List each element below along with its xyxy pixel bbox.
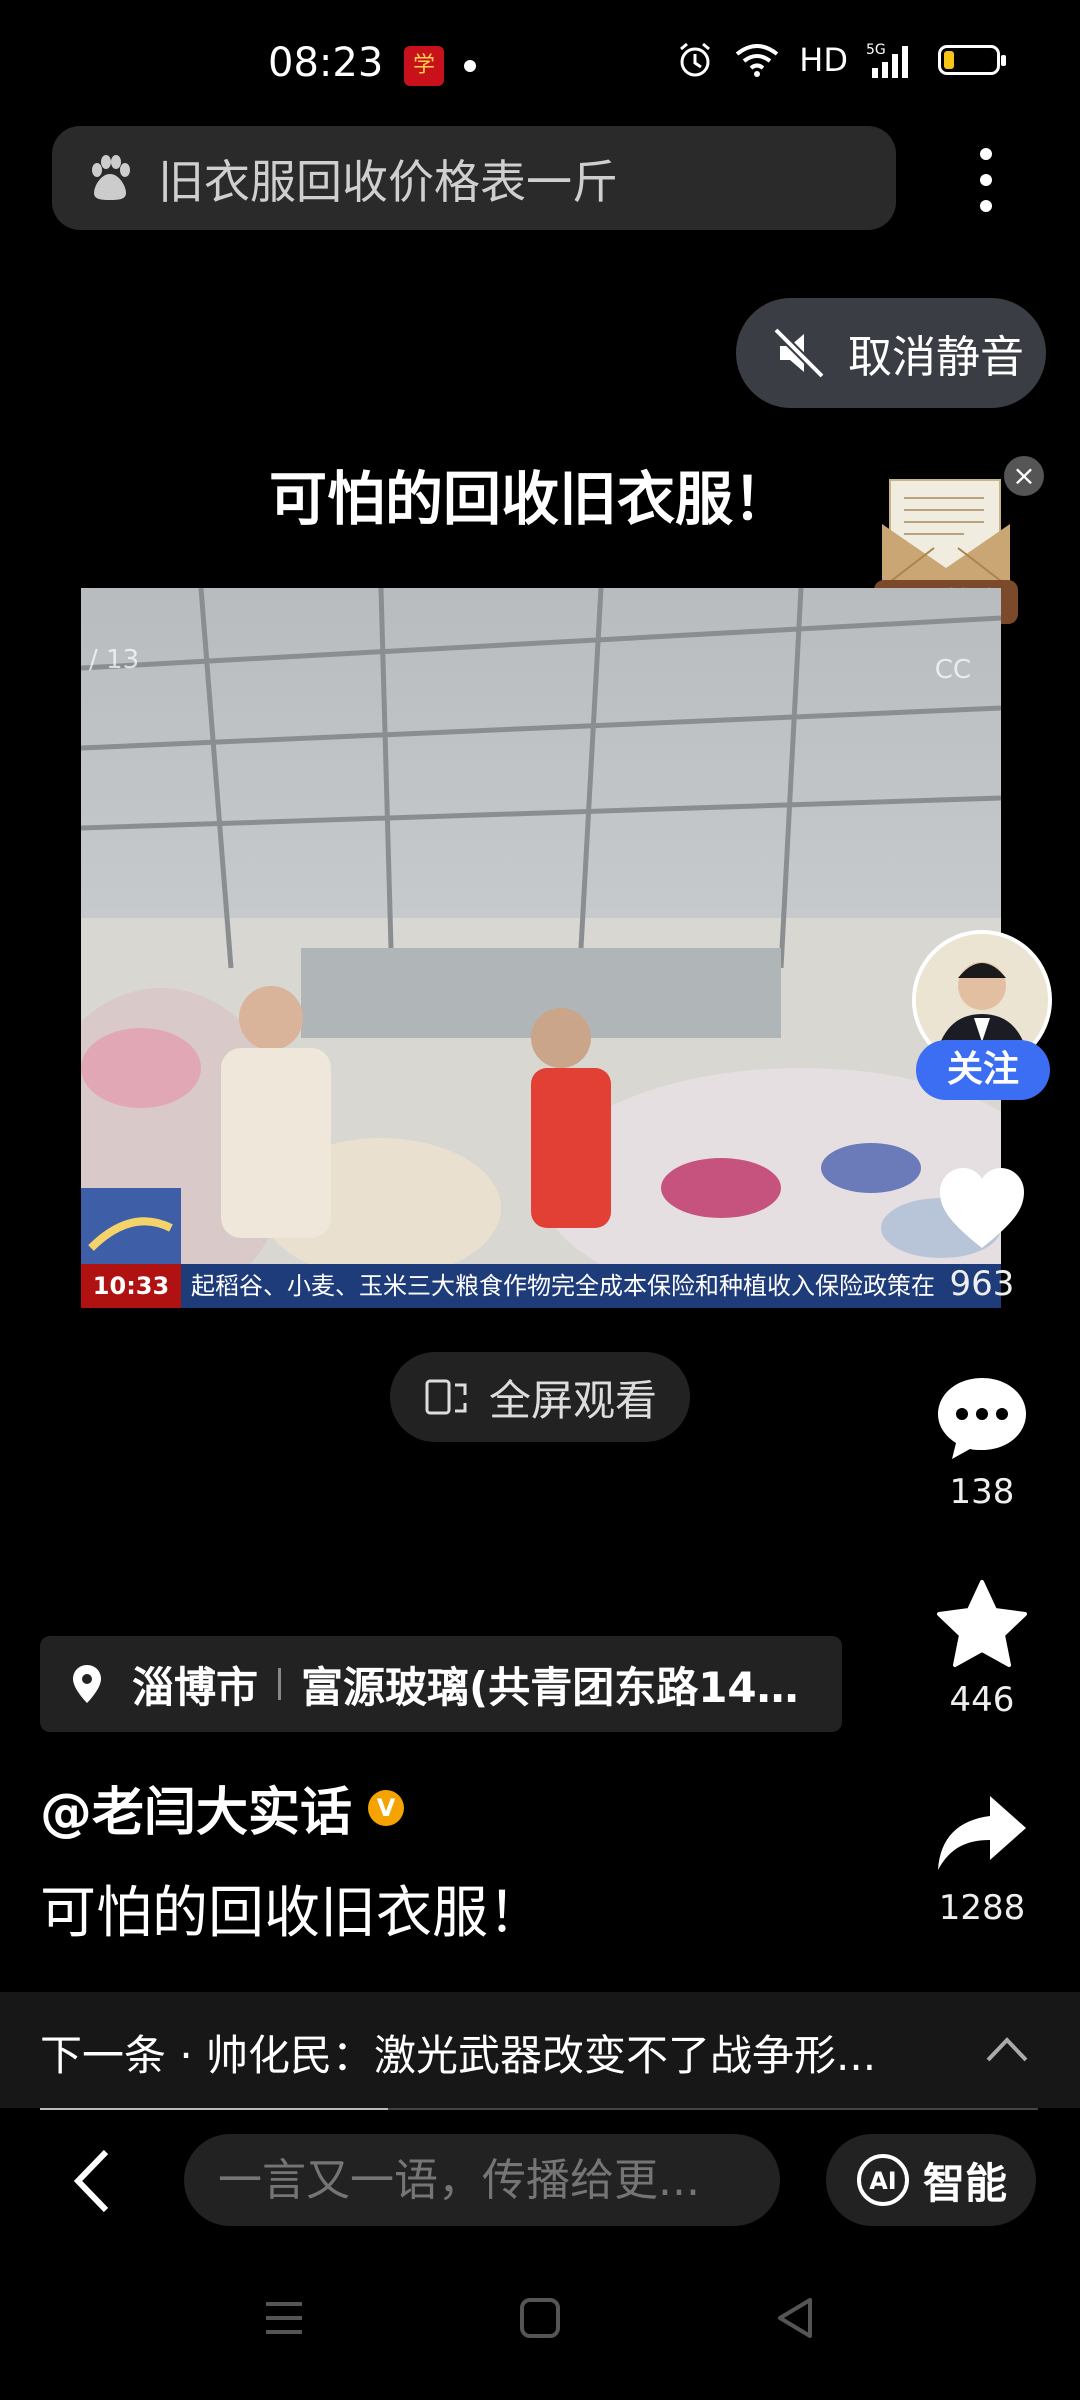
fullscreen-button[interactable]: 全屏观看 [390, 1352, 690, 1442]
ticker-time: 10:33 [81, 1264, 181, 1308]
comment-input[interactable] [184, 2134, 780, 2226]
search-bar[interactable] [52, 126, 896, 230]
status-bar: 08:23 学 HD 5G [0, 0, 1080, 130]
verified-badge-icon: V [368, 1789, 405, 1826]
back-arrow-icon[interactable] [66, 2146, 126, 2216]
cell-signal-icon: 5G [866, 42, 908, 78]
wifi-icon [736, 44, 779, 77]
like-count: 963 [949, 1264, 1015, 1304]
location-city: 淄博市 [132, 1662, 259, 1712]
status-icons: HD 5G [675, 38, 1006, 82]
ai-icon: AI [856, 2154, 909, 2206]
notification-dot-icon [464, 60, 476, 72]
location-place: 富源玻璃(共青团东路14... [301, 1662, 802, 1712]
favorite-count: 446 [949, 1680, 1015, 1720]
favorite-button[interactable]: 446 [920, 1576, 1044, 1720]
share-button[interactable]: 1288 [920, 1784, 1044, 1928]
ai-label: 智能 [922, 2158, 1007, 2208]
svg-text:5G: 5G [866, 42, 886, 58]
location-divider [278, 1668, 282, 1700]
news-ticker: 10:33 起稻谷、小麦、玉米三大粮食作物完全成本保险和种植收入保险政策在 [81, 1264, 1001, 1308]
network-type-label: HD [799, 41, 848, 79]
svg-text:CC: CC [935, 655, 971, 685]
comment-button[interactable]: 138 [920, 1368, 1044, 1512]
share-arrow-icon [938, 1796, 1026, 1870]
chevron-up-icon[interactable] [984, 2030, 1030, 2070]
next-video-bar[interactable]: 下一条 · 帅化民：激光武器改变不了战争形... [0, 1992, 1080, 2108]
unmute-label: 取消静音 [848, 332, 1024, 383]
video-frame-image: CC / 13 [81, 588, 1001, 1308]
author-name[interactable]: @老闫大实话 [40, 1770, 352, 1845]
svg-text:AI: AI [869, 2167, 897, 2195]
ai-smart-button[interactable]: AI 智能 [826, 2134, 1036, 2226]
battery-icon [938, 45, 1006, 75]
menu-icon[interactable] [256, 2290, 312, 2346]
system-nav-bar [0, 2280, 1080, 2360]
video-player[interactable]: CC / 13 10:33 起稻谷、小麦、玉米三大粮食作物完全成本保险和种植收入… [81, 588, 1001, 1308]
comment-bubble-icon [938, 1378, 1026, 1459]
like-button[interactable]: 963 [920, 1160, 1044, 1304]
search-input[interactable] [156, 144, 860, 214]
share-count: 1288 [938, 1888, 1026, 1928]
envelope-icon [881, 479, 1011, 589]
more-options-button[interactable] [966, 140, 1006, 220]
location-pin-icon [73, 1665, 101, 1703]
home-square-icon[interactable] [512, 2290, 568, 2346]
app-notification-icon: 学 [404, 46, 444, 86]
svg-text:/ 13: / 13 [89, 645, 139, 675]
next-video-text: 下一条 · 帅化民：激光武器改变不了战争形... [40, 2031, 877, 2080]
unmute-button[interactable]: 取消静音 [736, 298, 1046, 408]
back-triangle-icon[interactable] [768, 2290, 824, 2346]
comment-count: 138 [949, 1472, 1015, 1512]
follow-button[interactable]: 关注 [916, 1040, 1050, 1100]
ticker-text: 起稻谷、小麦、玉米三大粮食作物完全成本保险和种植收入保险政策在 [191, 1272, 935, 1300]
fullscreen-rotate-icon [425, 1379, 467, 1415]
baidu-paw-icon [92, 155, 130, 200]
video-description: 可怕的回收旧衣服！ [40, 1881, 544, 1946]
location-tag[interactable]: 淄博市 富源玻璃(共青团东路14... [40, 1636, 842, 1732]
fullscreen-label: 全屏观看 [488, 1375, 657, 1425]
star-icon [937, 1580, 1027, 1667]
author-info[interactable]: @老闫大实话 V [40, 1770, 405, 1845]
promo-close-button[interactable]: × [1004, 456, 1044, 496]
status-time: 08:23 [268, 40, 384, 86]
playback-progress-bar[interactable] [40, 2108, 1038, 2110]
heart-icon [940, 1168, 1024, 1248]
muted-speaker-icon [773, 327, 825, 379]
alarm-icon [680, 42, 711, 77]
